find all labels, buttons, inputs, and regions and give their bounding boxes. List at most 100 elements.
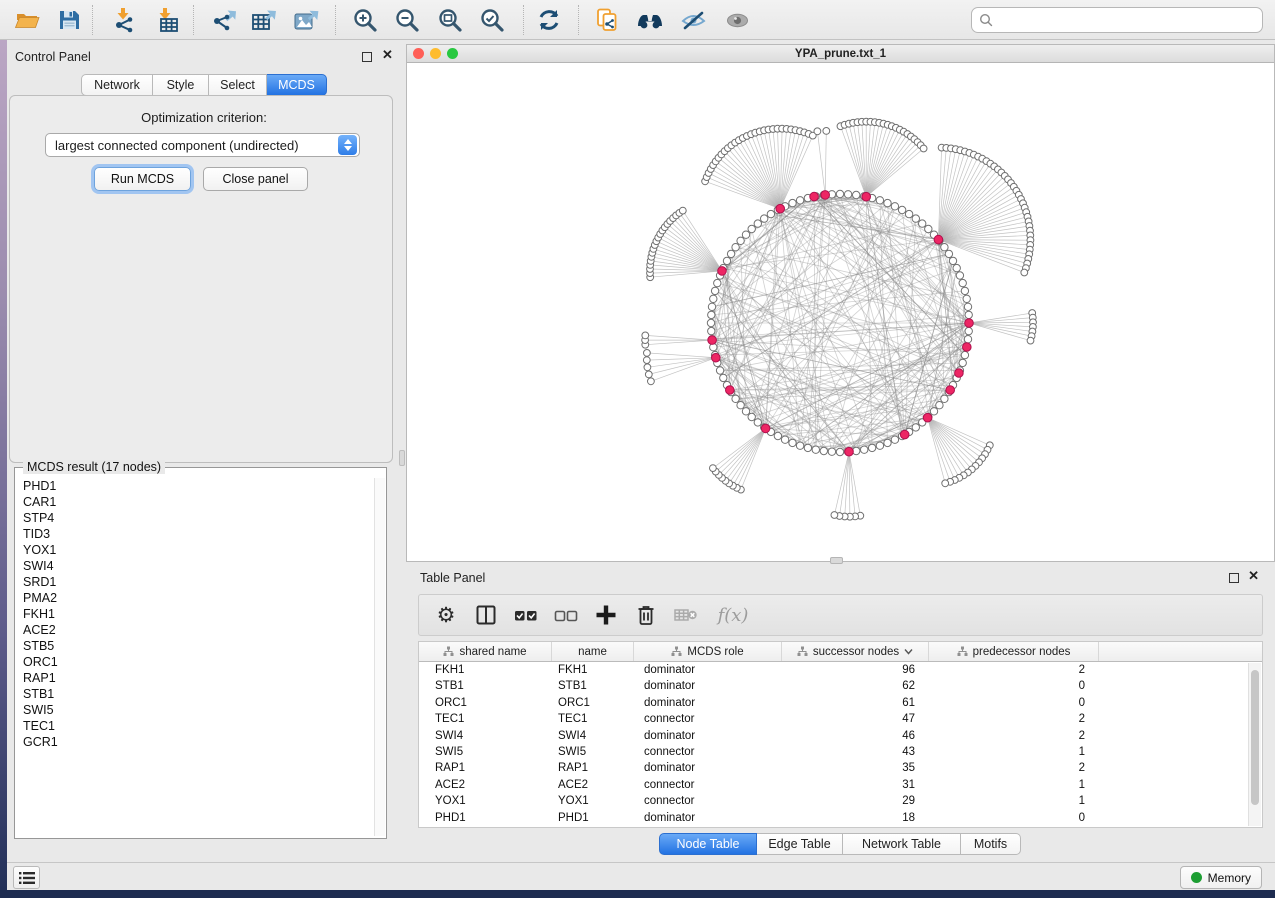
mcds-result-item[interactable]: TEC1 (15, 718, 373, 734)
network-node[interactable] (714, 279, 721, 286)
function-builder-icon[interactable]: f(x) (713, 602, 753, 628)
table-cell[interactable]: dominator (634, 760, 782, 776)
network-node[interactable] (710, 465, 717, 472)
network-node[interactable] (949, 257, 956, 264)
table-row[interactable]: ACE2ACE2connector311 (419, 777, 1262, 793)
table-row[interactable]: FKH1FKH1dominator962 (419, 662, 1262, 678)
network-node[interactable] (965, 327, 972, 334)
table-cell[interactable]: SWI4 (552, 728, 634, 744)
table-cell[interactable]: dominator (634, 728, 782, 744)
network-node[interactable] (844, 191, 851, 198)
table-cell[interactable]: 2 (929, 711, 1099, 727)
table-row[interactable]: RAP1RAP1dominator352 (419, 760, 1262, 776)
memory-button[interactable]: Memory (1180, 866, 1262, 889)
zoom-in-icon[interactable] (348, 3, 382, 37)
network-node[interactable] (708, 311, 715, 318)
table-cell[interactable]: connector (634, 777, 782, 793)
table-cell[interactable]: PHD1 (419, 810, 552, 826)
mcds-result-item[interactable]: SWI4 (15, 558, 373, 574)
network-node[interactable] (642, 332, 649, 339)
network-node[interactable] (891, 436, 898, 443)
mcds-result-item[interactable]: STB5 (15, 638, 373, 654)
task-history-button[interactable] (13, 866, 40, 889)
tab-select[interactable]: Select (209, 74, 267, 96)
network-node[interactable] (961, 287, 968, 294)
network-node[interactable] (732, 395, 739, 402)
tab-network-table[interactable]: Network Table (843, 833, 961, 855)
column-header-shared-name[interactable]: shared name (419, 642, 552, 661)
select-all-checkboxes-icon[interactable] (513, 602, 539, 628)
network-node[interactable] (876, 197, 883, 204)
table-cell[interactable]: TEC1 (552, 711, 634, 727)
network-node[interactable] (796, 197, 803, 204)
criterion-dropdown[interactable]: largest connected component (undirected) (45, 133, 360, 157)
refresh-icon[interactable] (532, 3, 566, 37)
network-node[interactable] (814, 128, 821, 135)
vertical-splitter-handle[interactable] (399, 450, 405, 466)
close-panel-icon[interactable]: ✕ (382, 48, 393, 62)
mcds-result-item[interactable]: PMA2 (15, 590, 373, 606)
network-node[interactable] (853, 191, 860, 198)
network-node[interactable] (912, 215, 919, 222)
network-node[interactable] (644, 364, 651, 371)
network-node[interactable] (912, 424, 919, 431)
new-network-from-selection-icon[interactable] (590, 3, 624, 37)
table-row[interactable]: PHD1PHD1dominator180 (419, 810, 1262, 826)
network-node[interactable] (956, 272, 963, 279)
network-hub-node[interactable] (810, 192, 819, 201)
table-cell[interactable]: 35 (782, 760, 929, 776)
network-node[interactable] (723, 257, 730, 264)
network-node[interactable] (789, 199, 796, 206)
network-node[interactable] (761, 215, 768, 222)
network-node[interactable] (754, 419, 761, 426)
network-node[interactable] (781, 436, 788, 443)
table-cell[interactable]: TEC1 (419, 711, 552, 727)
table-cell[interactable]: 47 (782, 711, 929, 727)
network-hub-node[interactable] (900, 430, 909, 439)
table-cell[interactable]: 2 (929, 728, 1099, 744)
network-node[interactable] (876, 442, 883, 449)
table-cell[interactable]: ORC1 (552, 695, 634, 711)
network-node[interactable] (648, 378, 655, 385)
mcds-result-item[interactable]: STP4 (15, 510, 373, 526)
table-cell[interactable]: ORC1 (419, 695, 552, 711)
mcds-list-scrollbar[interactable] (374, 478, 385, 836)
search-field[interactable] (971, 7, 1263, 33)
table-row[interactable]: SWI4SWI4dominator462 (419, 728, 1262, 744)
network-node[interactable] (964, 336, 971, 343)
column-header-successor-nodes[interactable]: successor nodes (782, 642, 929, 661)
network-hub-node[interactable] (862, 192, 871, 201)
table-cell[interactable]: RAP1 (552, 760, 634, 776)
zoom-out-icon[interactable] (390, 3, 424, 37)
table-cell[interactable]: connector (634, 744, 782, 760)
network-hub-node[interactable] (712, 353, 721, 362)
network-node[interactable] (884, 199, 891, 206)
network-node[interactable] (953, 264, 960, 271)
mcds-result-item[interactable]: SRD1 (15, 574, 373, 590)
network-node[interactable] (742, 231, 749, 238)
network-node[interactable] (727, 250, 734, 257)
network-node[interactable] (919, 220, 926, 227)
float-window-icon[interactable] (1229, 573, 1239, 583)
table-cell[interactable]: PHD1 (552, 810, 634, 826)
table-scrollbar[interactable] (1248, 663, 1261, 826)
network-hub-node[interactable] (761, 424, 770, 433)
table-cell[interactable]: 46 (782, 728, 929, 744)
mcds-result-item[interactable]: FKH1 (15, 606, 373, 622)
network-node[interactable] (945, 250, 952, 257)
table-cell[interactable]: dominator (634, 678, 782, 694)
network-node[interactable] (812, 446, 819, 453)
network-node[interactable] (742, 408, 749, 415)
network-node[interactable] (961, 351, 968, 358)
network-node[interactable] (964, 303, 971, 310)
network-hub-node[interactable] (965, 319, 974, 328)
network-node[interactable] (643, 357, 650, 364)
add-icon[interactable] (593, 602, 619, 628)
network-hub-node[interactable] (923, 413, 932, 422)
network-node[interactable] (936, 402, 943, 409)
float-window-icon[interactable] (362, 52, 372, 62)
table-cell[interactable]: 61 (782, 695, 929, 711)
network-node[interactable] (891, 203, 898, 210)
mcds-result-item[interactable]: STB1 (15, 686, 373, 702)
delete-icon[interactable] (633, 602, 659, 628)
